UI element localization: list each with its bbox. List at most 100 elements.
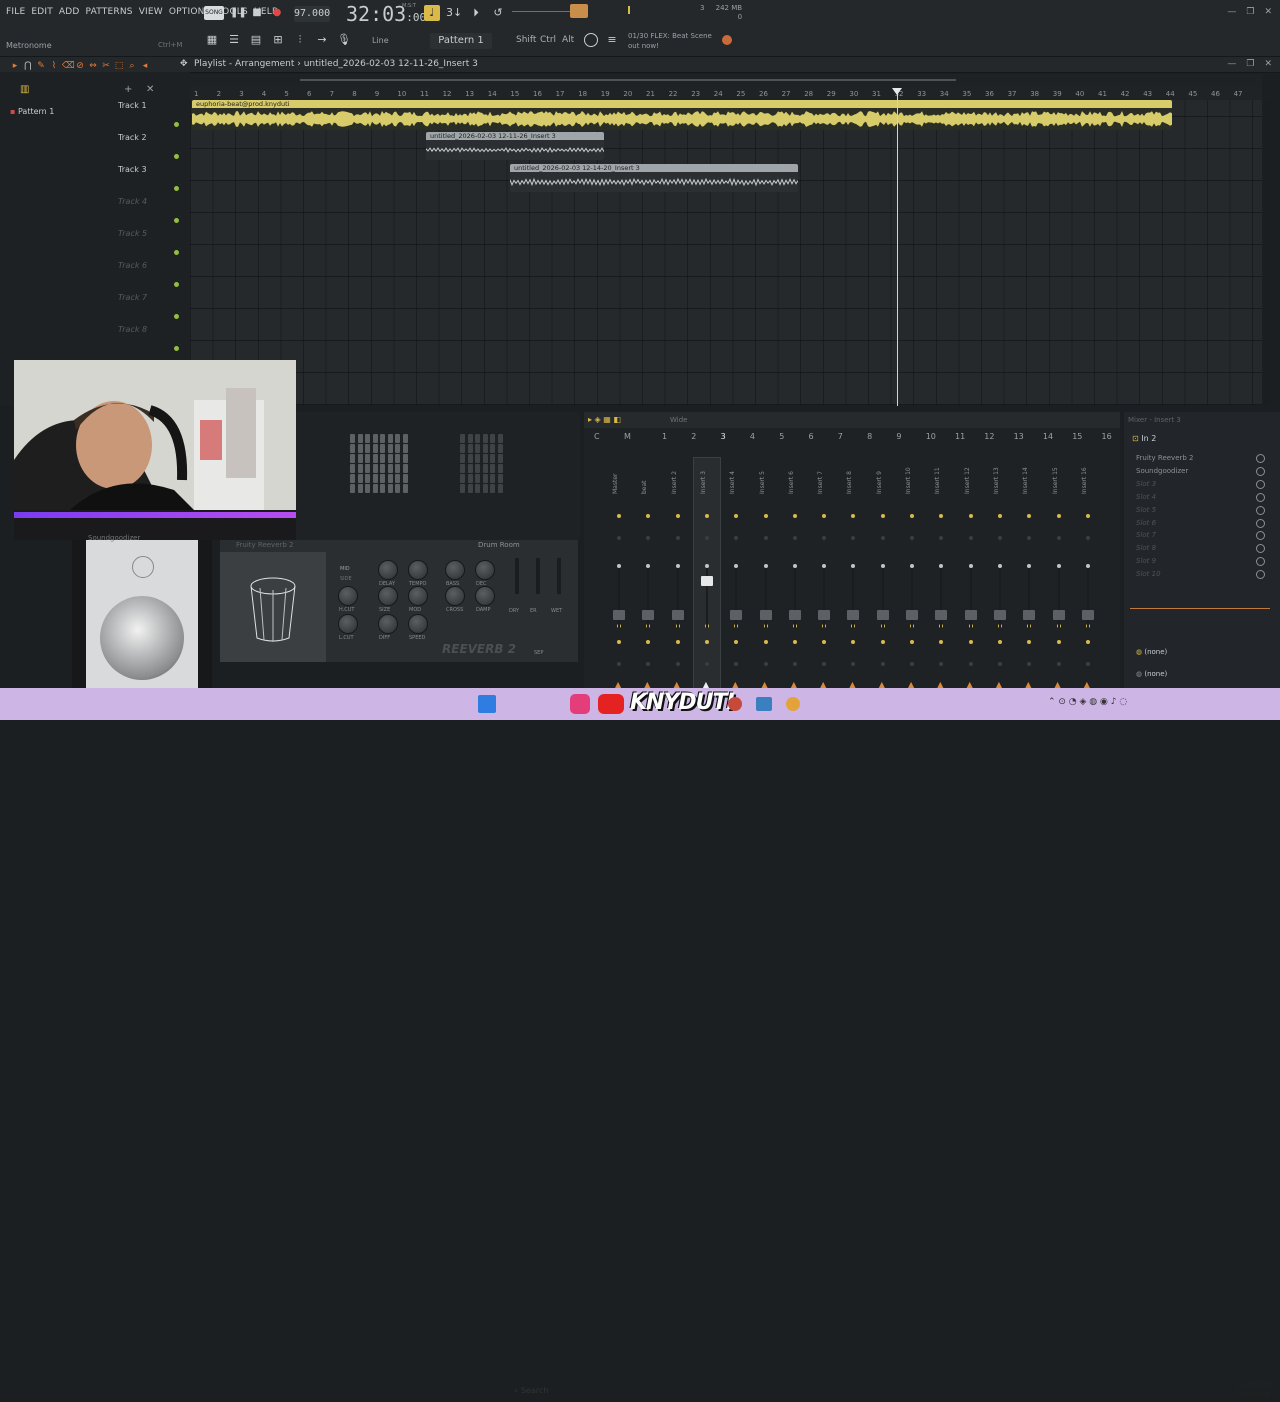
add-track-icon[interactable]: + [124, 84, 132, 95]
fx-slot[interactable]: Slot 4 [1136, 493, 1156, 501]
maximize-icon[interactable]: ❐ [1246, 7, 1254, 17]
mixer-view[interactable]: Wide [670, 416, 687, 424]
mixer-control[interactable] [880, 662, 885, 666]
fx-slot[interactable]: Slot 3 [1136, 480, 1156, 488]
mixer-control[interactable] [646, 536, 651, 540]
track-enable-dot[interactable] [174, 186, 179, 191]
step-button[interactable] [395, 444, 400, 453]
step-button[interactable] [350, 444, 355, 453]
pat-song-toggle[interactable]: SONG [204, 6, 224, 20]
track-enable-dot[interactable] [174, 282, 179, 287]
input-select[interactable]: ⊡ In 2 [1132, 434, 1156, 443]
mixer-strip[interactable]: Insert 2 ▲ [665, 458, 691, 698]
mixer-control[interactable] [792, 536, 797, 540]
step-button[interactable] [387, 474, 393, 483]
mixer-control[interactable] [617, 514, 621, 518]
playlist-grid[interactable]: euphoria-beat@prod.knyduti untitled_2026… [190, 100, 1262, 405]
step-button[interactable] [475, 444, 480, 453]
step-button[interactable] [350, 464, 355, 473]
fx-slot[interactable]: Slot 5 [1136, 506, 1156, 514]
step-button[interactable] [365, 434, 370, 443]
step-button[interactable] [372, 464, 378, 473]
slot-toggle-icon[interactable] [1256, 454, 1265, 463]
step-button[interactable] [372, 474, 378, 483]
step-button[interactable] [490, 464, 495, 473]
step-button[interactable] [350, 474, 355, 483]
mixer-control[interactable] [763, 662, 768, 666]
fx-slot[interactable]: Slot 9 [1136, 557, 1156, 565]
mixer-control[interactable] [704, 536, 709, 540]
step-button[interactable] [387, 464, 393, 473]
shift-key[interactable]: Shift [516, 35, 536, 45]
mixer-control[interactable] [910, 640, 914, 644]
slot-toggle-icon[interactable] [1256, 544, 1265, 554]
mixer-control[interactable] [734, 514, 739, 518]
mixer-strip[interactable]: Insert 6 ▲ [782, 458, 808, 698]
playlist-arrow-icon[interactable]: ✥ [180, 59, 188, 69]
step-button[interactable] [497, 454, 503, 463]
slot-toggle-icon[interactable] [1256, 479, 1265, 489]
mixer-control[interactable] [763, 640, 768, 644]
mixer-strip[interactable]: Insert 3 ▲ [692, 457, 721, 699]
step-button[interactable] [482, 434, 488, 443]
fx-slot[interactable]: Slot 6 [1136, 519, 1156, 527]
stop-button[interactable]: ■ [250, 6, 264, 20]
clip-insert3-b[interactable]: untitled_2026-02-03 12-14-20_Insert 3 [510, 164, 798, 192]
step-button[interactable] [482, 454, 488, 463]
soundgoodizer-knob[interactable] [100, 596, 184, 680]
mixer-control[interactable] [968, 662, 973, 666]
mixer-control[interactable] [1056, 662, 1061, 666]
reeverb-knob[interactable] [475, 560, 495, 580]
mixer-control[interactable] [675, 640, 680, 644]
mixer-strip[interactable]: Insert 11 ▲ [928, 458, 954, 698]
mixer-control[interactable] [675, 536, 680, 540]
picker-item[interactable]: ▪ Pattern 1 [10, 107, 54, 116]
step-button[interactable] [380, 454, 385, 463]
news-ticker[interactable]: 01/30 FLEX: Beat Scene out now! [628, 31, 724, 51]
step-button[interactable] [467, 454, 473, 463]
cpu-icon[interactable] [584, 33, 598, 47]
slot-toggle-icon[interactable] [1256, 557, 1265, 567]
step-button[interactable] [395, 454, 400, 463]
mode-side[interactable]: SIDE [340, 576, 352, 582]
step-button[interactable] [490, 474, 495, 483]
step-button[interactable] [357, 444, 363, 453]
vertical-scrollbar[interactable] [1264, 100, 1270, 405]
mixer-control[interactable] [1027, 514, 1032, 518]
app-icon-2[interactable] [756, 697, 772, 711]
step-button[interactable] [460, 434, 465, 443]
step-button[interactable] [402, 474, 408, 483]
mixer-fader[interactable] [671, 610, 684, 620]
reeverb-knob[interactable] [445, 560, 465, 580]
step-button[interactable] [395, 484, 400, 493]
tempo-display[interactable]: 97.000 [294, 6, 330, 22]
windows-start-icon[interactable] [478, 695, 496, 713]
mixer-strip[interactable]: Insert 7 ▲ [811, 458, 837, 698]
mixer-control[interactable] [1085, 662, 1090, 666]
youtube-icon[interactable] [598, 694, 624, 714]
mixer-control[interactable] [675, 514, 680, 518]
instagram-icon[interactable] [570, 694, 590, 714]
step-button[interactable] [490, 434, 495, 443]
close-icon[interactable]: ✕ [1264, 7, 1272, 17]
step-button[interactable] [497, 464, 503, 473]
mixer-control[interactable] [617, 662, 621, 666]
mixer-fader[interactable] [993, 610, 1006, 620]
mixer-control[interactable] [1027, 662, 1032, 666]
mixer-strip[interactable]: Insert 5 ▲ [753, 458, 779, 698]
mixer-control[interactable] [880, 640, 885, 644]
playhead-marker-icon[interactable] [892, 88, 902, 95]
step-button[interactable] [372, 434, 378, 443]
drum-room-preset[interactable]: Drum Room [478, 541, 520, 549]
mixer-control[interactable] [792, 640, 797, 644]
mixer-control[interactable] [704, 514, 709, 518]
timeline-ruler[interactable]: 1 2 3 4 5 6 7 8 9 10 11 12 13 14 15 16 17 18 19 20 21 22 23 24 2… [190, 86, 1262, 100]
mixer-strip[interactable]: Insert 16 ▲ [1075, 458, 1101, 698]
pitch-knob[interactable] [628, 6, 630, 14]
step-button[interactable] [350, 484, 355, 493]
channel-rack-icon[interactable]: ▤ [248, 32, 264, 48]
step-button[interactable] [490, 454, 495, 463]
mixer-control[interactable] [997, 640, 1002, 644]
mixer-strip[interactable]: beat ▲ [635, 458, 661, 698]
mixer-control[interactable] [1027, 536, 1032, 540]
